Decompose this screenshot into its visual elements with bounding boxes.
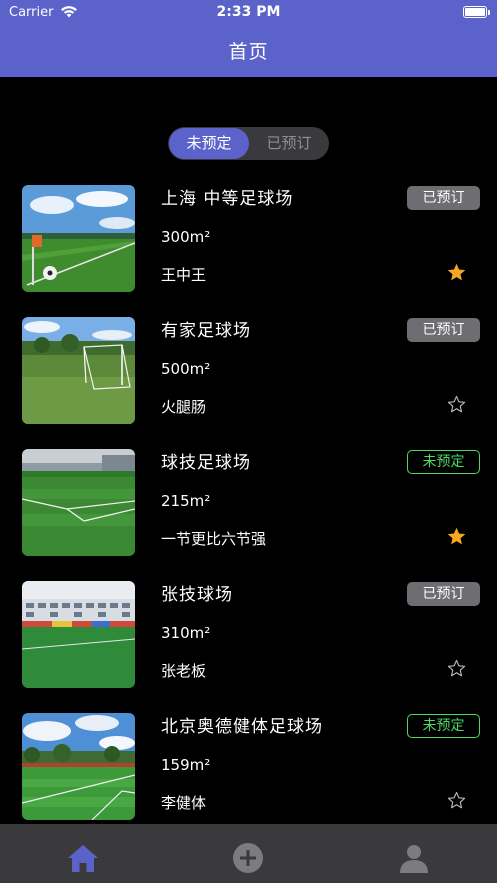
venue-owner: 一节更比六节强 — [161, 530, 267, 548]
status-badge: 未预定 — [407, 450, 480, 474]
segment-unbooked[interactable]: 未预定 — [169, 128, 249, 159]
venue-row[interactable]: 上海 中等足球场 300m² 王中王 已预订 — [0, 170, 497, 302]
profile-icon[interactable] — [397, 841, 431, 875]
venue-area: 300m² — [161, 228, 211, 246]
home-icon[interactable] — [66, 841, 100, 875]
venue-name: 球技足球场 — [161, 453, 251, 473]
venue-row[interactable]: 北京奥德健体足球场 159m² 李健体 未预定 — [0, 698, 497, 824]
venue-row[interactable]: 球技足球场 215m² 一节更比六节强 未预定 — [0, 434, 497, 566]
star-outline-icon[interactable] — [446, 658, 467, 679]
venue-name: 上海 中等足球场 — [161, 189, 294, 209]
venue-row[interactable]: 张技球场 310m² 张老板 已预订 — [0, 566, 497, 698]
star-filled-icon[interactable] — [446, 526, 467, 547]
status-time: 2:33 PM — [216, 4, 281, 20]
venue-area: 159m² — [161, 756, 211, 774]
venue-name: 张技球场 — [161, 585, 233, 605]
status-bar: Carrier 2:33 PM — [0, 0, 497, 26]
venue-area: 500m² — [161, 360, 211, 378]
venue-photo — [22, 185, 135, 292]
star-filled-icon[interactable] — [446, 262, 467, 283]
add-circle-icon[interactable] — [231, 841, 265, 875]
venue-owner: 李健体 — [161, 794, 207, 812]
segment-booked[interactable]: 已预订 — [249, 127, 329, 160]
status-badge: 已预订 — [407, 186, 480, 210]
venue-name: 有家足球场 — [161, 321, 251, 341]
venue-owner: 王中王 — [161, 266, 207, 284]
venue-list[interactable]: 上海 中等足球场 300m² 王中王 已预订 有家足球场 500m² 火腿肠 已… — [0, 170, 497, 824]
venue-owner: 张老板 — [161, 662, 207, 680]
venue-area: 215m² — [161, 492, 211, 510]
tab-bar — [0, 824, 497, 883]
venue-row[interactable]: 有家足球场 500m² 火腿肠 已预订 — [0, 302, 497, 434]
star-outline-icon[interactable] — [446, 394, 467, 415]
page-title: 首页 — [228, 41, 269, 63]
venue-photo — [22, 581, 135, 688]
star-outline-icon[interactable] — [446, 790, 467, 811]
venue-area: 310m² — [161, 624, 211, 642]
status-badge: 未预定 — [407, 714, 480, 738]
venue-owner: 火腿肠 — [161, 398, 207, 416]
venue-photo — [22, 449, 135, 556]
navigation-header: Carrier 2:33 PM 首页 — [0, 0, 497, 77]
booking-status-segment: 未预定 已预订 — [168, 127, 329, 160]
venue-name: 北京奥德健体足球场 — [161, 717, 323, 737]
status-badge: 已预订 — [407, 582, 480, 606]
venue-photo — [22, 713, 135, 820]
venue-photo — [22, 317, 135, 424]
battery-icon — [463, 6, 490, 18]
status-badge: 已预订 — [407, 318, 480, 342]
